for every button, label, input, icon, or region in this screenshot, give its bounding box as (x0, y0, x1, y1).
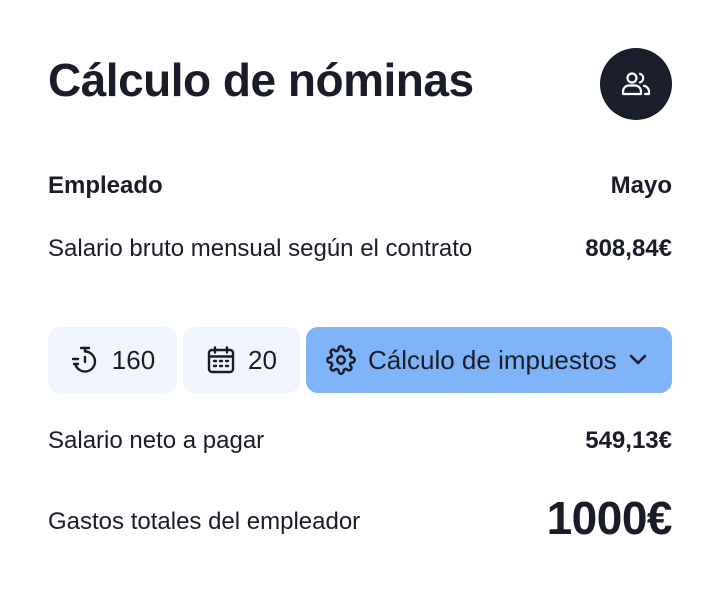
users-icon (620, 70, 652, 98)
gear-icon (326, 345, 356, 375)
tax-calculation-dropdown[interactable]: Cálculo de impuestos (306, 327, 672, 393)
net-salary-label: Salario neto a pagar (48, 427, 265, 454)
days-chip[interactable]: 20 (183, 327, 300, 393)
chevron-down-icon (626, 348, 650, 372)
users-button[interactable] (600, 48, 672, 120)
total-cost-value: 1000€ (546, 492, 673, 544)
calendar-icon (206, 345, 236, 375)
hours-value: 160 (111, 344, 156, 375)
total-cost-row: Gastos totales del empleador 1000€ (48, 492, 673, 544)
employee-column-label: Empleado (48, 172, 163, 199)
net-salary-value: 549,13€ (585, 427, 672, 454)
page-title: Cálculo de nóminas (48, 54, 474, 106)
timer-icon (70, 345, 100, 375)
total-cost-label: Gastos totales del empleador (48, 508, 361, 535)
gross-salary-value: 808,84€ (585, 235, 672, 262)
payroll-card: Cálculo de nóminas Empleado Mayo Salario… (48, 0, 673, 600)
header-row: Empleado Mayo (48, 171, 672, 201)
tax-calculation-label: Cálculo de impuestos (368, 344, 617, 375)
month-label: Mayo (610, 172, 672, 199)
net-salary-row: Salario neto a pagar 549,13€ (48, 425, 672, 457)
days-value: 20 (248, 344, 277, 375)
gross-salary-row: Salario bruto mensual según el contrato … (48, 233, 672, 265)
hours-chip[interactable]: 160 (48, 327, 177, 393)
gross-salary-label: Salario bruto mensual según el contrato (48, 235, 473, 262)
controls-bar: 160 20 Cálculo de impuestos (48, 327, 672, 393)
